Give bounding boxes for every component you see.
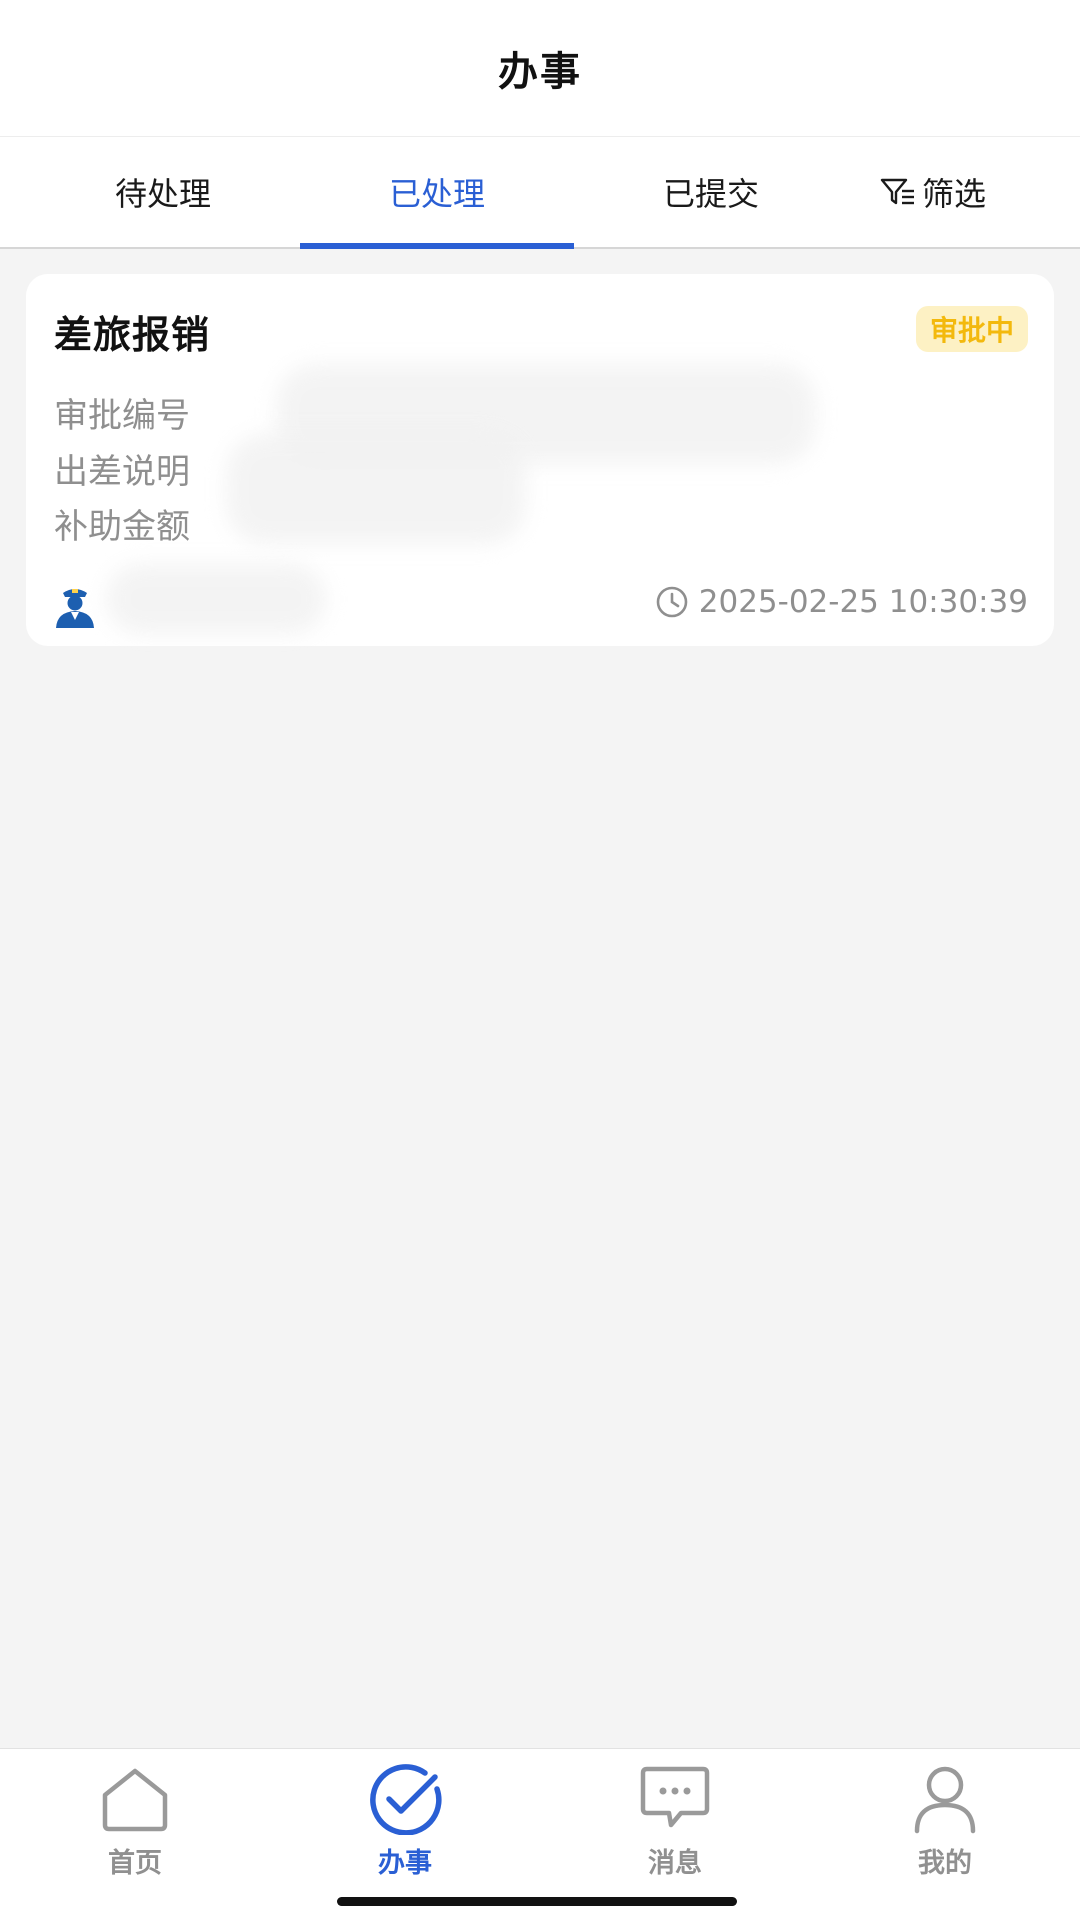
user-icon	[914, 1766, 976, 1834]
card-timestamp: 2025-02-25 10:30:39	[655, 584, 1028, 620]
page-title: 办事	[498, 49, 582, 95]
tab-bar: 待处理 已处理 已提交 筛选	[0, 137, 1080, 249]
tab-pending[interactable]: 待处理	[26, 137, 300, 247]
police-officer-icon	[56, 589, 94, 628]
check-circle-icon	[370, 1764, 442, 1835]
status-badge: 审批中	[915, 306, 1028, 352]
card-title: 差旅报销	[54, 313, 211, 357]
home-icon	[102, 1768, 168, 1832]
nav-label-profile: 我的	[918, 1848, 972, 1879]
redacted-value	[226, 434, 526, 544]
field-label-allowance-amount: 补助金额	[54, 507, 190, 547]
nav-item-profile[interactable]: 我的	[810, 1763, 1080, 1880]
field-label-trip-description: 出差说明	[54, 452, 190, 492]
nav-item-home[interactable]: 首页	[0, 1763, 270, 1880]
nav-label-messages: 消息	[648, 1848, 702, 1879]
home-indicator-bar[interactable]	[337, 1897, 737, 1906]
bottom-nav: 首页 办事 消息 我的	[0, 1748, 1080, 1921]
filter-button[interactable]: 筛选	[880, 137, 986, 247]
redacted-value	[106, 564, 326, 634]
chat-icon	[640, 1766, 710, 1828]
nav-label-home: 首页	[108, 1848, 162, 1879]
nav-item-messages[interactable]: 消息	[540, 1763, 810, 1880]
filter-icon	[880, 178, 914, 205]
timestamp-text: 2025-02-25 10:30:39	[698, 584, 1028, 620]
field-label-approval-number: 审批编号	[54, 396, 190, 436]
nav-item-tasks[interactable]: 办事	[270, 1763, 540, 1880]
filter-label: 筛选	[922, 175, 987, 213]
approval-card[interactable]: 差旅报销 审批中 审批编号 出差说明 补助金额 2025-02-25 10:30…	[26, 274, 1054, 646]
active-tab-indicator	[300, 243, 574, 249]
top-app-bar: 办事	[0, 0, 1080, 137]
nav-label-tasks: 办事	[378, 1848, 432, 1879]
tab-submitted[interactable]: 已提交	[574, 137, 848, 247]
tab-processed[interactable]: 已处理	[300, 137, 574, 247]
clock-icon	[656, 586, 688, 618]
